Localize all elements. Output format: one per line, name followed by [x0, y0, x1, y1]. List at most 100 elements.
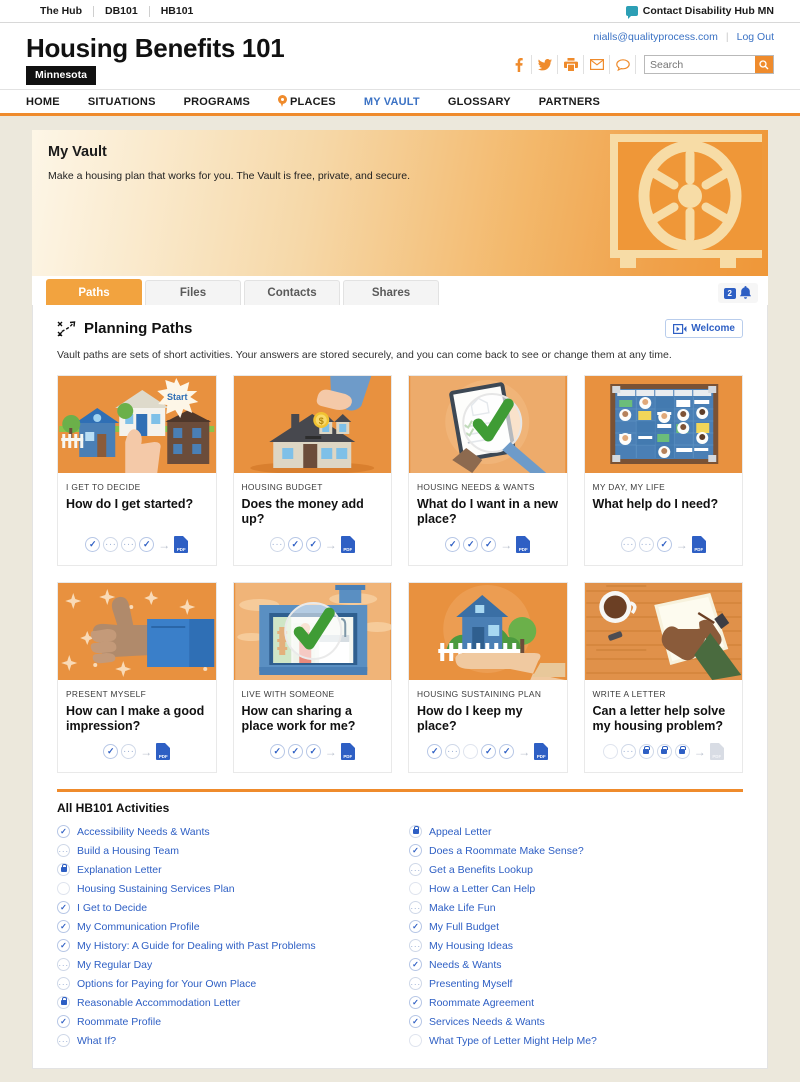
activity-item[interactable]: Build a Housing Team — [57, 841, 391, 860]
activity-item[interactable]: My Housing Ideas — [409, 936, 743, 955]
vault-banner: My Vault Make a housing plan that works … — [32, 130, 768, 276]
welcome-video-button[interactable]: Welcome — [665, 319, 743, 338]
step-done-icon[interactable] — [481, 744, 497, 759]
user-email-link[interactable]: nialls@qualityprocess.com — [593, 31, 717, 43]
step-done-icon — [57, 901, 70, 914]
pdf-download-icon[interactable] — [691, 536, 706, 553]
step-done-icon[interactable] — [305, 537, 321, 552]
path-card[interactable]: Start I GET TO DECIDE How do I get start… — [57, 375, 217, 566]
nav-item-situations[interactable]: SITUATIONS — [74, 96, 170, 108]
nav-item-programs[interactable]: PROGRAMS — [170, 96, 264, 108]
activity-item[interactable]: Needs & Wants — [409, 955, 743, 974]
step-done-icon[interactable] — [269, 744, 285, 759]
path-card[interactable]: PRESENT MYSELF How can I make a good imp… — [57, 582, 217, 773]
activity-item[interactable]: Services Needs & Wants — [409, 1012, 743, 1031]
step-done-icon[interactable] — [427, 744, 443, 759]
tab-paths[interactable]: Paths — [46, 279, 142, 305]
step-done-icon[interactable] — [139, 537, 155, 552]
twitter-icon[interactable] — [532, 55, 558, 74]
step-done-icon[interactable] — [481, 537, 497, 552]
step-done-icon[interactable] — [463, 537, 479, 552]
step-partial-icon[interactable] — [620, 744, 636, 759]
nav-item-places[interactable]: PLACES — [264, 95, 350, 108]
search-input[interactable] — [645, 56, 755, 73]
step-partial-icon[interactable] — [103, 537, 119, 552]
path-card[interactable]: MY DAY, MY LIFE What help do I need? → — [583, 375, 743, 566]
activity-item[interactable]: My Regular Day — [57, 955, 391, 974]
card-title: What help do I need? — [592, 497, 719, 511]
pdf-download-icon[interactable] — [156, 743, 171, 760]
step-partial-icon[interactable] — [638, 537, 654, 552]
step-locked-icon[interactable] — [656, 744, 672, 759]
pdf-download-icon[interactable] — [340, 536, 355, 553]
activity-item[interactable]: Accessibility Needs & Wants — [57, 822, 391, 841]
step-done-icon[interactable] — [85, 537, 101, 552]
print-icon[interactable] — [558, 55, 584, 74]
arrow-icon: → — [158, 537, 171, 552]
activity-label: Build a Housing Team — [77, 844, 179, 857]
step-done-icon[interactable] — [305, 744, 321, 759]
pdf-download-icon[interactable] — [516, 536, 531, 553]
pdf-download-icon[interactable] — [340, 743, 355, 760]
activity-item[interactable]: My Full Budget — [409, 917, 743, 936]
nav-item-my-vault[interactable]: MY VAULT — [350, 96, 434, 108]
activity-item[interactable]: Roommate Profile — [57, 1012, 391, 1031]
path-card[interactable]: $ HOUSING BUDGET Does the money add up? … — [232, 375, 392, 566]
path-card[interactable]: WRITE A LETTER Can a letter help solve m… — [583, 582, 743, 773]
logout-link[interactable]: Log Out — [737, 31, 774, 43]
tab-files[interactable]: Files — [145, 280, 241, 305]
activity-item[interactable]: Explanation Letter — [57, 860, 391, 879]
path-card[interactable]: HOUSING SUSTAINING PLAN How do I keep my… — [408, 582, 568, 773]
step-done-icon[interactable] — [287, 537, 303, 552]
activity-item[interactable]: Does a Roommate Make Sense? — [409, 841, 743, 860]
step-partial-icon[interactable] — [269, 537, 285, 552]
activity-label: What If? — [77, 1034, 117, 1047]
topbar-link-the-hub[interactable]: The Hub — [14, 5, 94, 17]
email-icon[interactable] — [584, 55, 610, 74]
activity-item[interactable]: Roommate Agreement — [409, 993, 743, 1012]
step-empty-icon[interactable] — [463, 744, 479, 759]
chat-icon[interactable] — [610, 55, 636, 74]
step-empty-icon[interactable] — [602, 744, 618, 759]
step-partial-icon[interactable] — [121, 744, 137, 759]
activity-item[interactable]: Reasonable Accommodation Letter — [57, 993, 391, 1012]
card-body: I GET TO DECIDE How do I get started? → — [58, 473, 216, 565]
step-done-icon[interactable] — [499, 744, 515, 759]
activity-item[interactable]: My Communication Profile — [57, 917, 391, 936]
nav-item-home[interactable]: HOME — [26, 96, 74, 108]
activity-item[interactable]: Appeal Letter — [409, 822, 743, 841]
step-partial-icon[interactable] — [445, 744, 461, 759]
pdf-download-icon[interactable] — [174, 536, 189, 553]
step-partial-icon[interactable] — [121, 537, 137, 552]
activity-item[interactable]: My History: A Guide for Dealing with Pas… — [57, 936, 391, 955]
contact-disability-hub-link[interactable]: Contact Disability Hub MN — [625, 5, 786, 19]
step-done-icon[interactable] — [445, 537, 461, 552]
step-locked-icon[interactable] — [674, 744, 690, 759]
nav-item-partners[interactable]: PARTNERS — [525, 96, 614, 108]
notifications-button[interactable]: 2 — [717, 283, 758, 303]
activity-item[interactable]: Make Life Fun — [409, 898, 743, 917]
activity-item[interactable]: What If? — [57, 1031, 391, 1050]
topbar-link-hb101[interactable]: HB101 — [150, 5, 205, 17]
activity-item[interactable]: Housing Sustaining Services Plan — [57, 879, 391, 898]
nav-item-glossary[interactable]: GLOSSARY — [434, 96, 525, 108]
pdf-download-icon[interactable] — [534, 743, 549, 760]
path-card[interactable]: HOUSING NEEDS & WANTS What do I want in … — [408, 375, 568, 566]
step-done-icon[interactable] — [656, 537, 672, 552]
activity-item[interactable]: Get a Benefits Lookup — [409, 860, 743, 879]
step-done-icon[interactable] — [103, 744, 119, 759]
activity-item[interactable]: I Get to Decide — [57, 898, 391, 917]
tab-contacts[interactable]: Contacts — [244, 280, 340, 305]
path-card[interactable]: LIVE WITH SOMEONE How can sharing a plac… — [232, 582, 392, 773]
step-done-icon[interactable] — [287, 744, 303, 759]
search-button[interactable] — [755, 56, 773, 73]
activity-item[interactable]: How a Letter Can Help — [409, 879, 743, 898]
facebook-icon[interactable] — [506, 55, 532, 74]
topbar-link-db101[interactable]: DB101 — [94, 5, 150, 17]
activity-item[interactable]: What Type of Letter Might Help Me? — [409, 1031, 743, 1050]
activity-item[interactable]: Options for Paying for Your Own Place — [57, 974, 391, 993]
tab-shares[interactable]: Shares — [343, 280, 439, 305]
activity-item[interactable]: Presenting Myself — [409, 974, 743, 993]
step-locked-icon[interactable] — [638, 744, 654, 759]
step-partial-icon[interactable] — [620, 537, 636, 552]
